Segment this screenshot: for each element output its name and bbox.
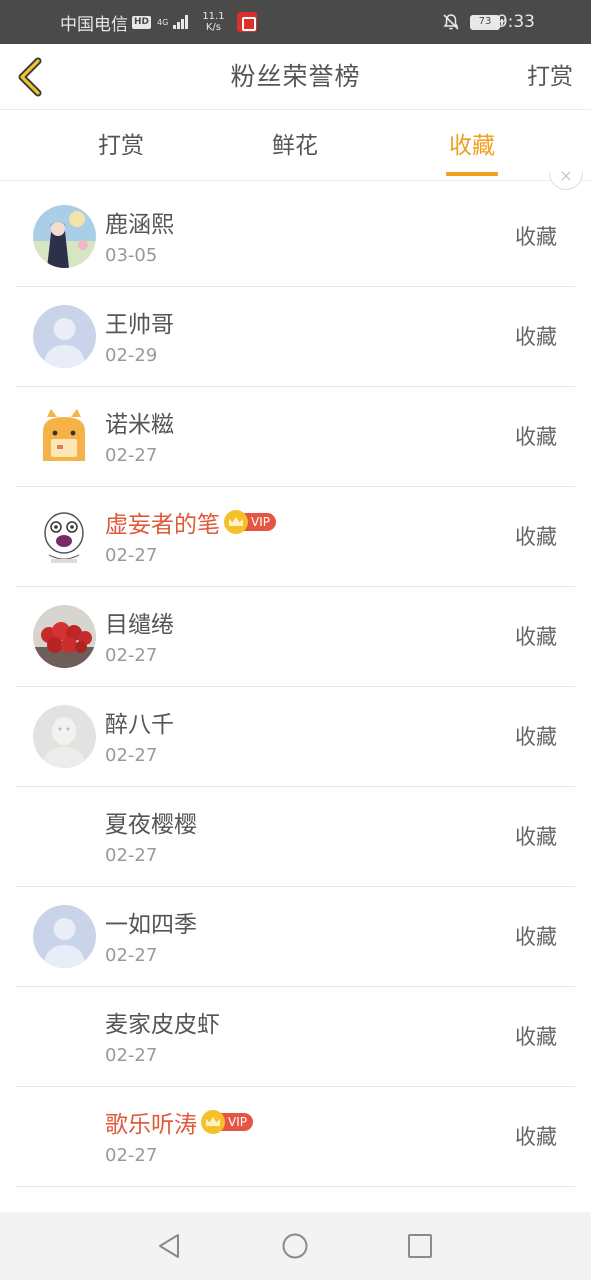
fan-date: 02-27	[105, 1045, 158, 1066]
fan-action-label: 收藏	[515, 1125, 557, 1149]
fan-date: 02-27	[105, 1145, 158, 1166]
list-item[interactable]: 歌乐听涛 VIP 02-27 收藏	[0, 1087, 591, 1187]
name-line: 醉八千	[105, 705, 174, 739]
carrier-name: 中国电信	[60, 14, 128, 35]
avatar[interactable]	[33, 705, 96, 768]
back-triangle-icon[interactable]	[155, 1232, 183, 1260]
name-line: 鹿涵熙	[105, 205, 174, 239]
fan-action-label: 收藏	[515, 625, 557, 649]
app-header: 粉丝荣誉榜 打赏	[0, 44, 591, 110]
fan-date: 02-27	[105, 445, 158, 466]
reward-button[interactable]: 打赏	[527, 44, 573, 110]
tab-reward[interactable]: 打赏	[81, 111, 161, 181]
network-type: 4G	[157, 18, 168, 27]
fan-name: 王帅哥	[105, 312, 174, 338]
avatar[interactable]	[33, 905, 96, 968]
fan-action-label: 收藏	[515, 425, 557, 449]
fan-date: 02-27	[105, 545, 158, 566]
avatar[interactable]	[33, 205, 96, 268]
fan-name: 一如四季	[105, 912, 197, 938]
avatar[interactable]	[33, 405, 96, 468]
fan-name: 鹿涵熙	[105, 212, 174, 238]
fan-action-label: 收藏	[515, 325, 557, 349]
fan-action-label: 收藏	[515, 825, 557, 849]
list-item[interactable]: 麦家皮皮虾 02-27 收藏	[0, 987, 591, 1087]
speed-value: 11.1	[202, 11, 225, 22]
status-bar: 中国电信 HD 4G 11.1 K/s 73 9:33	[0, 0, 591, 44]
fan-name: 麦家皮皮虾	[105, 1012, 220, 1038]
vip-badge: VIP	[201, 1110, 253, 1134]
crown-icon	[224, 510, 248, 534]
fan-date: 02-27	[105, 645, 158, 666]
status-left: 中国电信 HD 4G 11.1 K/s	[60, 0, 257, 44]
tab-flowers[interactable]: 鲜花	[255, 111, 335, 181]
system-nav-bar	[0, 1212, 591, 1280]
name-line: 虚妄者的笔 VIP	[105, 505, 276, 539]
fan-date: 02-27	[105, 845, 158, 866]
avatar[interactable]	[33, 605, 96, 668]
fan-action-label: 收藏	[515, 525, 557, 549]
list-item[interactable]: 鹿涵熙 03-05 收藏	[0, 187, 591, 287]
fan-date: 02-27	[105, 745, 158, 766]
battery-level: 73	[470, 14, 500, 30]
fan-list: 鹿涵熙 03-05 收藏 王帅哥 02-29 收藏 诺米糍 02-27 收藏 虚…	[0, 187, 591, 1187]
name-line: 诺米糍	[105, 405, 174, 439]
fan-date: 02-27	[105, 945, 158, 966]
list-item[interactable]: 虚妄者的笔 VIP 02-27 收藏	[0, 487, 591, 587]
list-item[interactable]: 一如四季 02-27 收藏	[0, 887, 591, 987]
name-line: 歌乐听涛 VIP	[105, 1105, 253, 1139]
fan-name: 诺米糍	[105, 412, 174, 438]
hd-badge: HD	[132, 15, 152, 29]
speed-unit: K/s	[205, 22, 222, 33]
list-item[interactable]: 诺米糍 02-27 收藏	[0, 387, 591, 487]
fan-name: 歌乐听涛	[105, 1112, 197, 1138]
app-notification-icon	[236, 12, 257, 32]
fan-action-label: 收藏	[515, 925, 557, 949]
recents-square-icon[interactable]	[406, 1232, 434, 1260]
fan-action-label: 收藏	[515, 725, 557, 749]
fan-name: 虚妄者的笔	[105, 512, 220, 538]
active-tab-indicator	[446, 172, 498, 176]
page-title: 粉丝荣誉榜	[230, 62, 361, 91]
bell-muted-icon	[443, 14, 459, 30]
status-right: 73	[442, 0, 503, 44]
network-label: 4G	[157, 17, 169, 27]
list-item[interactable]: 夏夜樱樱 02-27 收藏	[0, 787, 591, 887]
name-line: 麦家皮皮虾	[105, 1005, 220, 1039]
name-line: 一如四季	[105, 905, 197, 939]
vip-badge: VIP	[224, 510, 276, 534]
clock: 9:33	[496, 12, 535, 32]
fan-action-label: 收藏	[515, 1025, 557, 1049]
name-line: 目缱绻	[105, 605, 174, 639]
list-item[interactable]: 王帅哥 02-29 收藏	[0, 287, 591, 387]
crown-icon	[201, 1110, 225, 1134]
fan-name: 目缱绻	[105, 612, 174, 638]
fan-date: 03-05	[105, 245, 158, 266]
avatar[interactable]	[33, 505, 96, 568]
tab-bar: 打赏 鲜花 收藏	[0, 111, 591, 181]
fan-date: 02-29	[105, 345, 158, 366]
signal-icon	[173, 15, 189, 29]
fan-action-label: 收藏	[515, 225, 557, 249]
tab-favorites[interactable]: 收藏	[432, 111, 512, 181]
fan-name: 醉八千	[105, 712, 174, 738]
avatar[interactable]	[33, 305, 96, 368]
list-item[interactable]: 目缱绻 02-27 收藏	[0, 587, 591, 687]
name-line: 夏夜樱樱	[105, 805, 197, 839]
fan-name: 夏夜樱樱	[105, 812, 197, 838]
home-circle-icon[interactable]	[281, 1232, 309, 1260]
name-line: 王帅哥	[105, 305, 174, 339]
network-speed: 11.1 K/s	[202, 11, 224, 33]
list-item[interactable]: 醉八千 02-27 收藏	[0, 687, 591, 787]
